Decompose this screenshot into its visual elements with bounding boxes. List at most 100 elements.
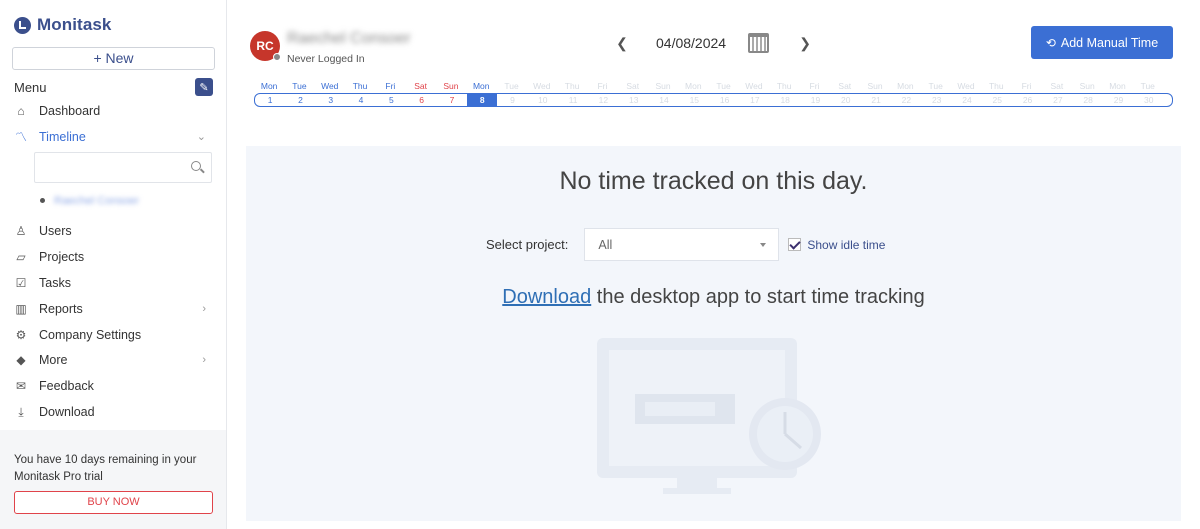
date-cell: 20 bbox=[841, 95, 851, 105]
project-icon: ▱ bbox=[16, 250, 26, 265]
sidebar-item-label: Tasks bbox=[39, 276, 71, 291]
timeline-panel: No time tracked on this day. Select proj… bbox=[246, 146, 1181, 521]
login-status: Never Logged In bbox=[287, 53, 365, 65]
weekday-label: Thu bbox=[352, 81, 368, 91]
calendar-icon[interactable] bbox=[748, 33, 770, 53]
sidebar-item-label: Company Settings bbox=[39, 327, 142, 342]
weekday-label: Thu bbox=[564, 81, 580, 91]
show-idle-toggle[interactable]: Show idle time bbox=[788, 238, 885, 252]
chart-icon: ▥ bbox=[15, 301, 27, 316]
date-cell[interactable]: 5 bbox=[376, 94, 406, 106]
brand[interactable]: Monitask bbox=[0, 0, 226, 40]
trial-banner: You have 10 days remaining in your Monit… bbox=[0, 430, 226, 529]
monitask-logo-icon bbox=[14, 16, 31, 34]
weekday-label: Sat bbox=[626, 81, 640, 91]
date-cell[interactable]: 1 bbox=[255, 94, 285, 106]
user-icon: ♙ bbox=[15, 224, 27, 239]
date-cell: 25 bbox=[992, 95, 1002, 105]
timeline-search bbox=[34, 151, 212, 183]
avatar[interactable]: RC bbox=[250, 31, 281, 61]
tag-icon: ◆ bbox=[16, 353, 26, 368]
sidebar-item-label: Users bbox=[39, 224, 72, 239]
download-link[interactable]: Download bbox=[502, 286, 591, 308]
download-icon: ⤓ bbox=[18, 404, 24, 419]
search-icon bbox=[191, 160, 201, 171]
date-cell[interactable]: 4 bbox=[346, 94, 376, 106]
prev-day-button[interactable]: ❮ bbox=[612, 33, 632, 53]
date-cell[interactable]: 6 bbox=[406, 94, 436, 106]
edit-menu-button[interactable]: ✎ bbox=[195, 78, 213, 96]
weekday-label: Sat bbox=[838, 81, 852, 91]
bullet-icon bbox=[40, 198, 45, 204]
date-cell: 24 bbox=[962, 95, 972, 105]
sidebar-item-label: Projects bbox=[39, 250, 85, 265]
sidebar-item-tasks[interactable]: ☑ Tasks bbox=[0, 270, 226, 296]
date-cell: 28 bbox=[1083, 95, 1093, 105]
sidebar-item-users[interactable]: ♙ Users bbox=[0, 219, 226, 245]
date-cell: 22 bbox=[901, 95, 912, 105]
date-cell[interactable]: 8 bbox=[467, 94, 498, 106]
weekday-label: Wed bbox=[533, 81, 551, 91]
sidebar-item-label: Timeline bbox=[39, 129, 86, 144]
app: Monitask + New Menu ✎ ⌂ Dashboard 〽 Time… bbox=[0, 0, 1200, 529]
date-cell[interactable]: 2 bbox=[285, 94, 315, 106]
date-cell: 18 bbox=[780, 95, 790, 105]
weekday-label: Mon bbox=[897, 81, 914, 91]
select-project-label: Select project: bbox=[486, 237, 569, 252]
weekday-label: Tue bbox=[504, 81, 519, 91]
timeline-user-item[interactable]: Raechel Consoer bbox=[0, 183, 226, 219]
chevron-right-icon: › bbox=[202, 302, 206, 315]
weekday-label: Tue bbox=[292, 81, 307, 91]
weekday-label: Tue bbox=[716, 81, 731, 91]
menu-label: Menu bbox=[14, 79, 47, 95]
calendar-strip: Mon Tue Wed Thu Fri Sat Sun Mon Tue Wed Thu Fri Sat S… bbox=[254, 80, 1173, 107]
project-select[interactable]: All bbox=[584, 228, 780, 261]
main-content: RC Raechel Consoer Never Logged In ❮ 04/… bbox=[227, 0, 1200, 529]
new-button[interactable]: + New bbox=[12, 47, 215, 70]
sidebar-item-download[interactable]: ⤓ Download bbox=[0, 399, 226, 425]
sidebar-item-more[interactable]: ◆ More › bbox=[0, 348, 226, 374]
desktop-clock-illustration-icon bbox=[597, 338, 821, 494]
date-cell[interactable]: 3 bbox=[316, 94, 346, 106]
date-cell: 15 bbox=[689, 95, 700, 105]
date-cell: 30 bbox=[1144, 95, 1154, 105]
date-cell: 12 bbox=[598, 95, 609, 105]
weekday-label: Mon bbox=[685, 81, 702, 91]
chevron-right-icon: ❯ bbox=[799, 34, 811, 51]
timeline-search-input[interactable] bbox=[35, 152, 185, 182]
sidebar-item-projects[interactable]: ▱ Projects bbox=[0, 244, 226, 270]
chevron-down-icon: ⌄ bbox=[196, 131, 206, 144]
date-cell: 9 bbox=[510, 95, 515, 105]
date-cell[interactable]: 7 bbox=[437, 94, 467, 106]
weekday-label: Sat bbox=[1050, 81, 1064, 91]
date-cell: 16 bbox=[719, 95, 730, 105]
date-cell: 29 bbox=[1113, 95, 1124, 105]
sidebar-item-reports[interactable]: ▥ Reports › bbox=[0, 296, 226, 322]
sidebar-item-company-settings[interactable]: ⚙ Company Settings bbox=[0, 322, 226, 348]
weekday-label: Wed bbox=[957, 81, 975, 91]
sidebar-item-timeline[interactable]: 〽 Timeline ⌄ bbox=[0, 124, 226, 150]
top-bar: RC Raechel Consoer Never Logged In ❮ 04/… bbox=[227, 0, 1200, 68]
sidebar-item-dashboard[interactable]: ⌂ Dashboard bbox=[0, 98, 226, 124]
add-manual-time-button[interactable]: ⟲ Add Manual Time bbox=[1031, 26, 1173, 59]
weekday-label: Tue bbox=[1140, 81, 1155, 91]
buy-now-button[interactable]: BUY NOW bbox=[14, 491, 213, 514]
user-name: Raechel Consoer bbox=[287, 30, 411, 47]
tasks-icon: ☑ bbox=[15, 276, 27, 291]
next-day-button[interactable]: ❯ bbox=[795, 33, 815, 53]
date-cell: 23 bbox=[931, 95, 942, 105]
date-row: 1 2 3 4 5 6 7 8 9 10 11 12 13 14 15 16 17 18 19 20 21 22 23 24 2… bbox=[254, 93, 1173, 107]
brand-name: Monitask bbox=[37, 15, 112, 34]
add-manual-time-label: Add Manual Time bbox=[1060, 35, 1159, 50]
sidebar-item-label: Download bbox=[39, 405, 95, 420]
weekday-label: Mon bbox=[260, 81, 278, 91]
sidebar-item-label: More bbox=[39, 353, 68, 368]
weekday-label: Thu bbox=[776, 81, 792, 91]
pencil-icon: ✎ bbox=[199, 81, 209, 94]
date-cell: 19 bbox=[810, 95, 821, 105]
weekday-row: Mon Tue Wed Thu Fri Sat Sun Mon Tue Wed Thu Fri Sat S… bbox=[254, 80, 1173, 93]
empty-state-title: No time tracked on this day. bbox=[559, 167, 868, 195]
sidebar-item-feedback[interactable]: ✉ Feedback bbox=[0, 373, 226, 399]
sidebar-item-label: Dashboard bbox=[39, 103, 101, 118]
show-idle-checkbox[interactable] bbox=[788, 238, 802, 251]
